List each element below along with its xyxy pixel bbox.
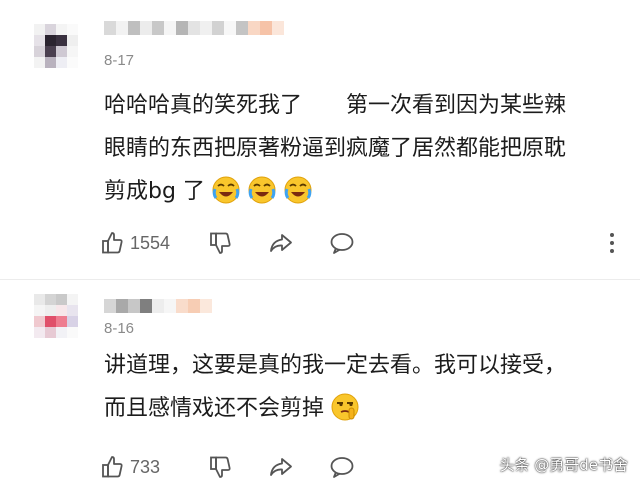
comment-text-line: 讲道理，这要是真的我一定去看。我可以接受， [104,353,567,378]
username-blurred[interactable] [104,16,284,40]
avatar[interactable] [34,294,78,338]
comment-text-segment: 而且感情戏还不会剪掉 [104,396,325,421]
laugh-cry-emoji [247,175,277,205]
reply-button[interactable] [329,228,355,258]
reply-button[interactable] [329,452,355,482]
comment-text-line: 而且感情戏还不会剪掉 [104,387,624,430]
comment-text: 哈哈哈真的笑死我了 第一次看到因为某些辣 眼睛的东西把原著粉逼到疯魔了居然都能把… [104,84,624,213]
comment-text-line: 剪成bg 了 [104,170,624,213]
watermark: 头条 @勇哥de书舍 [499,456,628,474]
comment-item: 8-17 哈哈哈真的笑死我了 第一次看到因为某些辣 眼睛的东西把原著粉逼到疯魔了… [0,0,640,278]
like-button[interactable]: 1554 [100,228,170,258]
thumbs-up-icon [100,230,126,256]
comment-actions: 1554 [100,228,620,258]
dislike-button[interactable] [208,452,234,482]
comment-date: 8-16 [104,320,135,337]
more-options-button[interactable] [604,228,620,258]
like-button[interactable]: 733 [100,452,160,482]
speech-bubble-icon [329,230,355,256]
avatar[interactable] [34,24,78,68]
share-arrow-icon [268,454,294,480]
smirk-shush-emoji [330,392,360,422]
comment-text-line: 哈哈哈真的笑死我了 第一次看到因为某些辣 [104,93,567,118]
like-count: 1554 [130,232,171,253]
comment-date: 8-17 [104,52,135,69]
comment-feed: 8-17 哈哈哈真的笑死我了 第一次看到因为某些辣 眼睛的东西把原著粉逼到疯魔了… [0,0,640,487]
comment-text: 讲道理，这要是真的我一定去看。我可以接受， 而且感情戏还不会剪掉 [104,344,624,430]
like-count: 733 [130,456,161,477]
share-arrow-icon [268,230,294,256]
username-blurred[interactable] [104,294,212,318]
vertical-dots-icon [610,233,614,253]
laugh-cry-emoji [211,175,241,205]
comment-text-line: 眼睛的东西把原著粉逼到疯魔了居然都能把原耽 [104,136,567,161]
speech-bubble-icon [329,454,355,480]
comment-text-segment: 剪成bg 了 [104,179,205,204]
laugh-cry-emoji [283,175,313,205]
comment-divider [0,279,640,280]
thumbs-down-icon [208,454,234,480]
thumbs-up-icon [100,454,126,480]
share-button[interactable] [268,228,294,258]
thumbs-down-icon [208,230,234,256]
dislike-button[interactable] [208,228,234,258]
share-button[interactable] [268,452,294,482]
